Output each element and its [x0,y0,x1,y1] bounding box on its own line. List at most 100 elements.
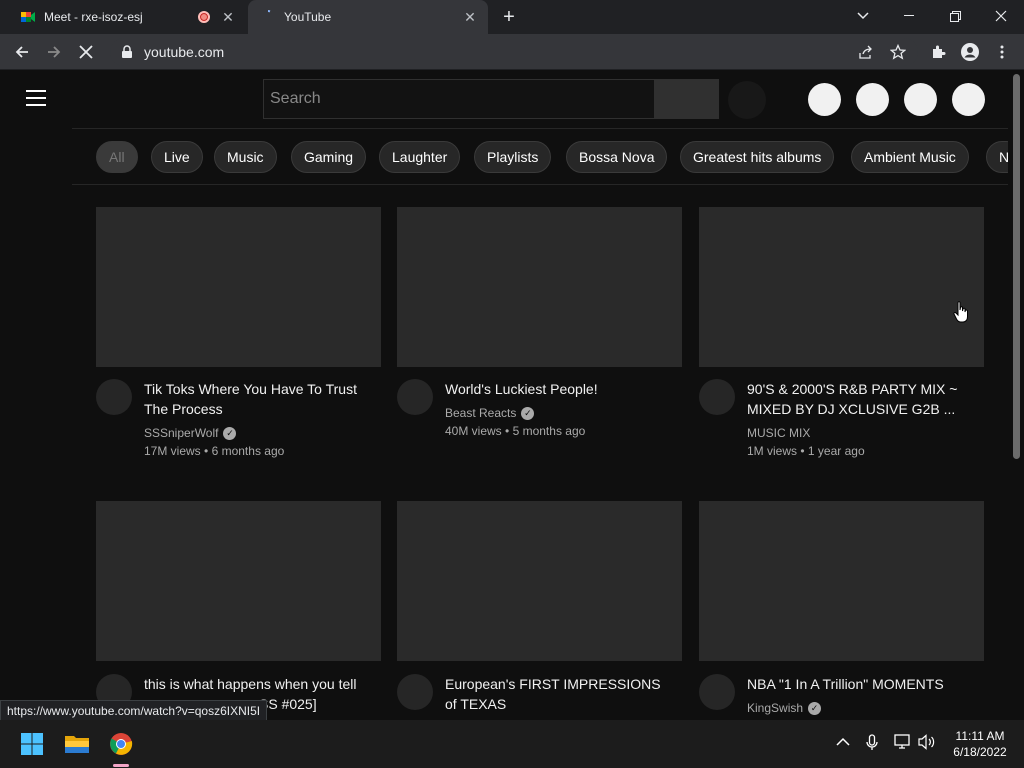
windows-taskbar: 11:11 AM 6/18/2022 [0,720,1024,768]
avatar[interactable] [952,83,985,116]
tab-title: Meet - rxe-isoz-esj [44,10,143,24]
menu-kebab-icon[interactable] [990,40,1014,64]
chip-music[interactable]: Music [214,141,277,173]
hamburger-menu-icon[interactable] [26,90,46,106]
filter-chips-bar: All Live Music Gaming Laughter Playlists… [72,128,1008,185]
video-thumbnail[interactable] [96,501,381,661]
close-tab-icon[interactable]: ✕ [218,7,238,27]
video-title[interactable]: World's Luckiest People! [445,379,675,399]
video-meta: 40M views • 5 months ago [445,424,585,438]
notifications-icon[interactable] [904,83,937,116]
verified-badge-icon: ✓ [521,406,535,420]
video-title[interactable]: European's FIRST IMPRESSIONS of TEXAS [445,674,675,714]
youtube-page: Search All Live Music Gaming Laughter Pl… [0,70,1024,716]
recording-icon [198,11,210,23]
chip-playlists[interactable]: Playlists [474,141,552,173]
chip-bossa-nova[interactable]: Bossa Nova [566,141,668,173]
meta-separator: • [800,444,805,458]
channel-avatar[interactable] [96,379,132,415]
browser-tab-strip: Meet - rxe-isoz-esj ✕ YouTube ✕ + [0,0,1024,34]
search-placeholder: Search [270,90,321,107]
google-meet-icon [21,12,35,22]
channel-avatar[interactable] [699,379,735,415]
channel-name-text: SSSniperWolf [144,426,219,440]
chip-ambient-music[interactable]: Ambient Music [851,141,969,173]
show-hidden-icons-chevron-icon[interactable] [836,734,850,750]
stop-loading-button[interactable] [74,40,98,64]
restore-button[interactable] [932,0,978,32]
view-count: 40M views [445,424,502,438]
chip-live[interactable]: Live [151,141,203,173]
upload-age: 5 months ago [512,424,586,438]
chrome-icon[interactable] [105,728,137,760]
video-meta: 1M views • 1 year ago [747,444,865,458]
video-title-line: this is what happens when you tell [144,676,357,692]
voice-search-icon[interactable] [728,81,766,119]
address-bar[interactable]: youtube.com [110,38,918,66]
chip-next[interactable]: N [986,141,1008,173]
system-clock[interactable]: 11:11 AM 6/18/2022 [944,728,1016,760]
apps-icon[interactable] [856,83,889,116]
channel-avatar[interactable] [699,674,735,710]
url-text: youtube.com [144,44,225,60]
tab-meet[interactable]: Meet - rxe-isoz-esj ✕ [8,0,246,34]
link-status-bubble: https://www.youtube.com/watch?v=qosz6IXN… [0,700,268,722]
profile-icon[interactable] [958,40,982,64]
video-thumbnail[interactable] [397,207,682,367]
channel-avatar[interactable] [397,674,433,710]
clock-date: 6/18/2022 [953,745,1007,759]
close-tab-icon[interactable]: ✕ [460,7,480,27]
extensions-icon[interactable] [926,40,950,64]
lock-icon [122,45,132,58]
view-count: 1M views [747,444,798,458]
create-icon[interactable] [808,83,841,116]
tab-title: YouTube [284,10,332,24]
browser-toolbar: youtube.com [0,34,1024,70]
channel-name[interactable]: Beast Reacts ✓ [445,406,535,420]
video-title[interactable]: NBA "1 In A Trillion" MOMENTS [747,674,977,694]
channel-name-text: MUSIC MIX [747,426,811,440]
channel-name-text: KingSwish [747,701,804,715]
video-thumbnail[interactable] [397,501,682,661]
channel-avatar[interactable] [397,379,433,415]
volume-icon[interactable] [918,734,936,753]
search-input[interactable]: Search [263,79,655,119]
video-thumbnail[interactable] [699,501,984,661]
search-button[interactable] [655,79,719,119]
new-tab-button[interactable]: + [498,6,520,28]
network-icon[interactable] [894,734,912,753]
share-icon[interactable] [854,40,878,64]
scrollbar-thumb[interactable] [1013,74,1020,459]
guide-sidebar [0,70,72,716]
video-title[interactable]: Tik Toks Where You Have To Trust The Pro… [144,379,374,419]
chip-all[interactable]: All [96,141,138,173]
meta-separator: • [505,424,510,438]
chip-gaming[interactable]: Gaming [291,141,367,173]
tab-youtube[interactable]: YouTube ✕ [248,0,488,34]
meta-separator: • [204,444,209,458]
video-thumbnail[interactable] [699,207,984,367]
file-explorer-icon[interactable] [61,728,93,760]
active-app-indicator [113,764,129,767]
minimize-button[interactable] [886,0,932,32]
upload-age: 6 months ago [211,444,285,458]
channel-name[interactable]: KingSwish ✓ [747,701,822,715]
forward-button[interactable] [42,40,66,64]
video-meta: 17M views • 6 months ago [144,444,284,458]
loading-spinner-icon [267,10,271,13]
verified-badge-icon: ✓ [808,701,822,715]
close-window-button[interactable] [978,0,1024,32]
tab-search-icon[interactable] [840,0,886,32]
channel-name[interactable]: SSSniperWolf ✓ [144,426,237,440]
channel-name[interactable]: MUSIC MIX [747,426,810,440]
hand-cursor-icon [953,301,968,323]
chip-laughter[interactable]: Laughter [379,141,461,173]
back-button[interactable] [10,40,34,64]
video-title[interactable]: 90'S & 2000'S R&B PARTY MIX ~ MIXED BY D… [747,379,977,419]
verified-badge-icon: ✓ [223,426,237,440]
chip-greatest-hits-albums[interactable]: Greatest hits albums [680,141,835,173]
windows-start-icon[interactable] [16,728,48,760]
microphone-icon[interactable] [866,734,878,755]
bookmark-star-icon[interactable] [886,40,910,64]
video-thumbnail[interactable] [96,207,381,367]
